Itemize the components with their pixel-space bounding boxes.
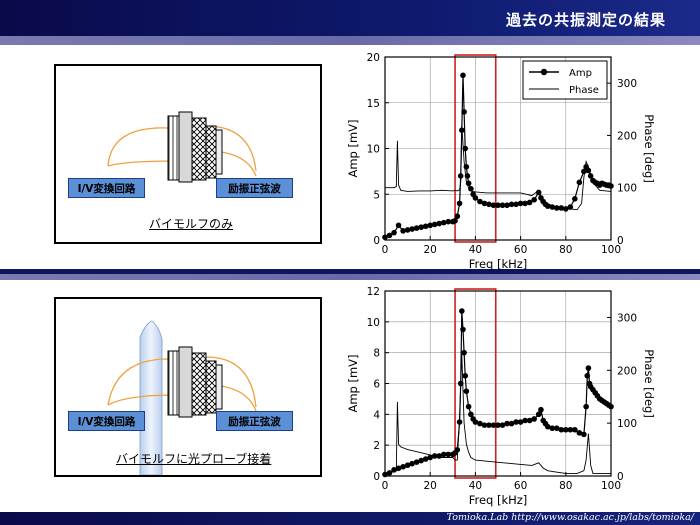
resonance-chart-bimorph-only: 0 20 40 60 80 100051015200100200300Freq [kHz]… [346, 52, 656, 271]
amp-point [457, 173, 464, 179]
amp-point [459, 127, 465, 133]
diagram-caption: バイモルフに光プローブ接着 [116, 452, 272, 466]
x-tick-label: 60 [514, 480, 527, 492]
amp-point [581, 431, 587, 438]
iv-converter-label: I/V変換回路 [68, 178, 145, 198]
y2-tick-label: 0 [617, 235, 624, 247]
x-axis-label: Freq [kHz] [469, 257, 528, 271]
y-tick-label: 15 [367, 98, 380, 110]
amp-point [461, 109, 467, 115]
y2-axis-label: Phase [deg] [642, 349, 656, 418]
amp-point [567, 204, 574, 210]
x-tick-label: 40 [469, 244, 482, 256]
amp-point [465, 180, 472, 187]
y-tick-label: 0 [373, 471, 380, 483]
diagram-bimorph-only: I/V変換回路 励振正弦波 バイモルフのみ [54, 64, 322, 244]
excitation-sine-label: 励振正弦波 [216, 411, 293, 431]
x-tick-label: 0 [382, 244, 389, 256]
y2-tick-label: 100 [617, 183, 637, 195]
legend-amp-marker [540, 68, 548, 76]
y-tick-label: 8 [373, 348, 380, 360]
bimorph-probe-illustration [107, 320, 257, 475]
amp-point [585, 167, 592, 174]
amp-point [454, 213, 461, 220]
amp-point [538, 406, 544, 413]
footer-bar: Tomioka.Lab http://www.osakac.ac.jp/labs… [0, 512, 700, 525]
diagram-caption: バイモルフのみ [149, 217, 234, 231]
resonance-chart-with-probe: 0 20 40 60 80 1000246810120100200300Freq [kHz… [346, 286, 656, 507]
amp-point [454, 446, 461, 453]
x-tick-label: 20 [424, 244, 437, 256]
amp-point [395, 222, 402, 229]
amp-point [456, 419, 463, 425]
x-axis-label: Freq [kHz] [469, 493, 528, 507]
y2-tick-label: 300 [617, 312, 637, 324]
legend-phase-label: Phase [569, 85, 599, 96]
bimorph-stack [167, 111, 223, 183]
y2-axis-label: Phase [deg] [642, 114, 656, 183]
iv-converter-label: I/V変換回路 [68, 411, 145, 431]
amp-point [531, 196, 537, 203]
amp-point [535, 189, 542, 196]
chart-legend: Amp Phase [522, 60, 608, 100]
amp-point [464, 173, 471, 179]
amp-point [460, 326, 466, 333]
amp-point [583, 403, 589, 410]
footer-credit: Tomioka.Lab http://www.osakac.ac.jp/labs… [446, 512, 694, 523]
amp-point [584, 372, 591, 379]
x-tick-label: 60 [514, 244, 527, 256]
y-tick-label: 0 [373, 235, 380, 247]
diagram-bimorph-with-probe: I/V変換回路 励振正弦波 バイモルフに光プローブ接着 [54, 297, 322, 477]
amp-point [472, 195, 479, 201]
amp-point [456, 200, 463, 207]
amp-point [531, 416, 537, 422]
x-tick-label: 80 [559, 480, 572, 492]
wire [107, 127, 169, 167]
y2-tick-label: 0 [617, 471, 624, 483]
y-tick-label: 2 [373, 440, 380, 452]
y2-tick-label: 100 [617, 418, 637, 430]
page-title: 過去の共振測定の結果 [505, 11, 666, 29]
amp-point [391, 229, 397, 236]
y2-tick-label: 200 [617, 365, 637, 377]
y2-tick-label: 300 [617, 78, 637, 90]
wire [107, 160, 177, 167]
amp-point [460, 72, 466, 79]
amp-point [463, 388, 470, 395]
amp-point [463, 164, 470, 170]
amp-point [462, 372, 469, 379]
amp-point [465, 403, 472, 410]
y2-tick-label: 200 [617, 130, 637, 142]
x-tick-label: 40 [469, 480, 482, 492]
amp-point [457, 380, 464, 387]
amp-point [585, 365, 592, 371]
y-tick-label: 20 [367, 52, 380, 64]
amp-point [459, 308, 465, 314]
y-tick-label: 5 [373, 189, 380, 201]
amp-point [468, 185, 474, 192]
legend-amp-label: Amp [569, 68, 592, 79]
amp-point [572, 196, 578, 202]
amp-point [461, 349, 467, 356]
y-axis-label: Amp [mV] [346, 354, 360, 412]
header-stripe [0, 36, 700, 45]
amp-point [576, 179, 583, 186]
y-tick-label: 4 [373, 409, 380, 421]
y-tick-label: 10 [367, 144, 380, 156]
x-tick-label: 20 [424, 480, 437, 492]
y-axis-label: Amp [mV] [346, 119, 360, 177]
y-tick-label: 10 [367, 317, 380, 329]
x-tick-label: 80 [559, 244, 572, 256]
excitation-sine-label: 励振正弦波 [216, 178, 293, 198]
y-tick-label: 6 [373, 379, 380, 391]
y-tick-label: 12 [367, 286, 380, 298]
x-tick-label: 0 [382, 480, 389, 492]
amp-point [462, 145, 469, 152]
